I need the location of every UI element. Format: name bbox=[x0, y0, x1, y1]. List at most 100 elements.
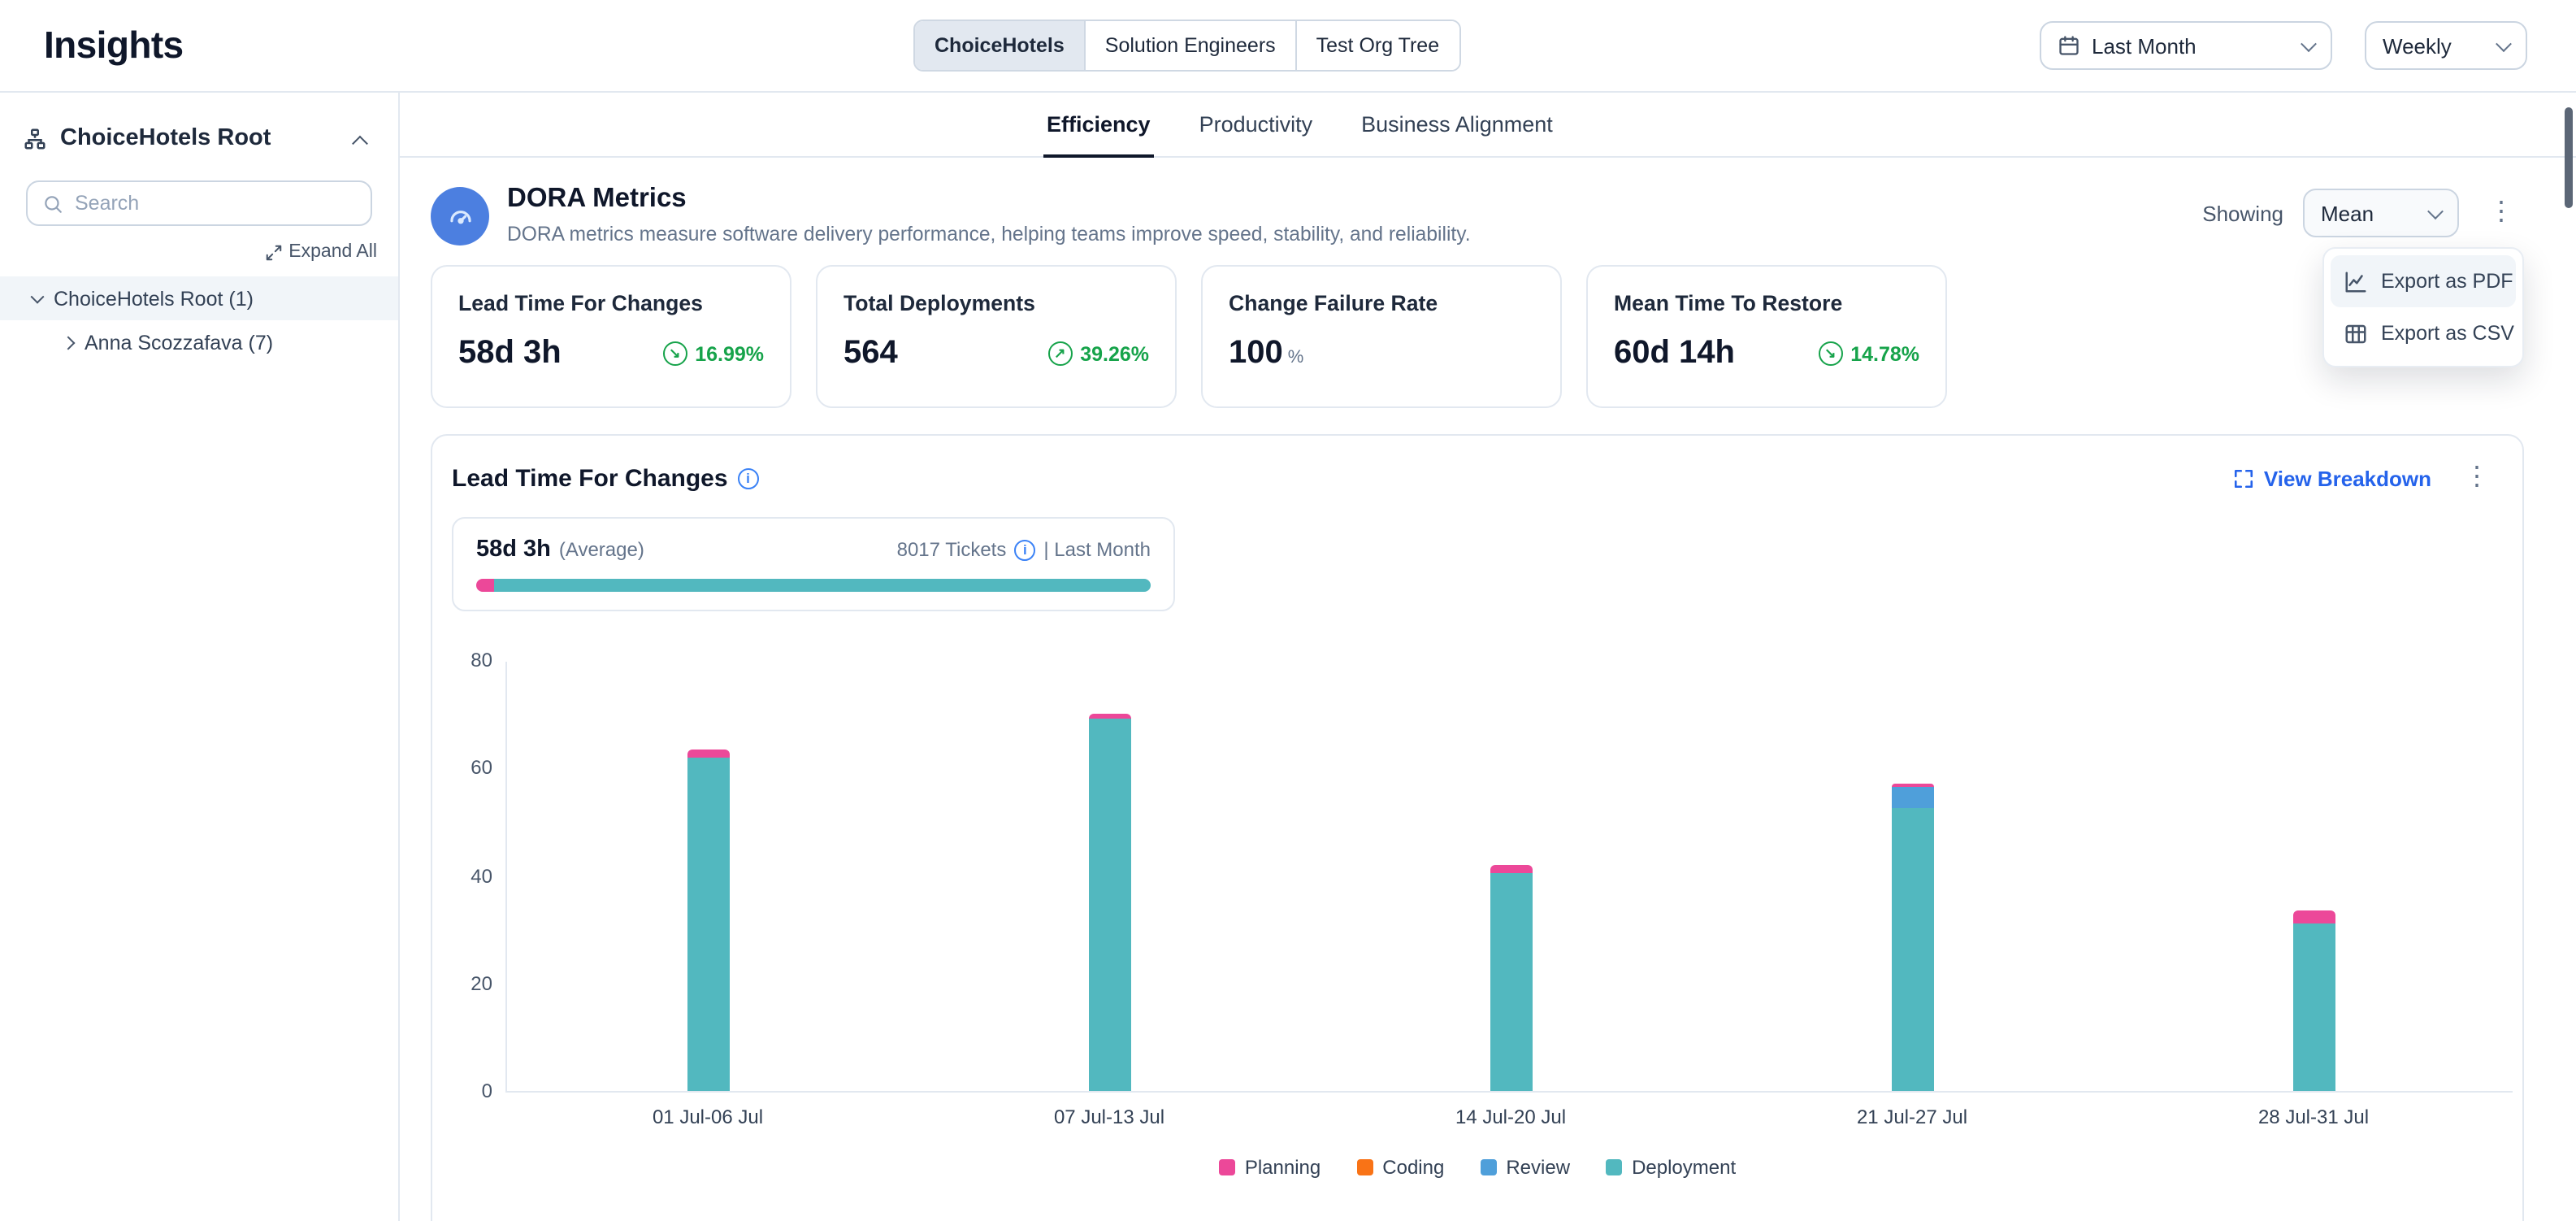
summary-bar-segment-planning bbox=[476, 579, 494, 592]
summary-row: 58d 3h (Average) 8017 Tickets | Last Mon… bbox=[476, 537, 1151, 563]
dora-kebab-menu-button[interactable]: ⋮ bbox=[2478, 197, 2524, 229]
period-select-value: Last Month bbox=[2092, 33, 2197, 58]
bar-segment-planning[interactable] bbox=[687, 749, 729, 757]
search-input[interactable] bbox=[75, 192, 356, 215]
bar-segment-review[interactable] bbox=[1891, 787, 1933, 809]
x-axis-tick-label: 21 Jul-27 Jul bbox=[1857, 1106, 1967, 1128]
metric-value: 60d 14h bbox=[1614, 335, 1735, 372]
legend-swatch bbox=[1606, 1159, 1622, 1175]
org-tree-sidebar: ChoiceHotels Root Expand All ChoiceHotel… bbox=[0, 93, 400, 1221]
tree-node-anna-scozzafava-7[interactable]: Anna Scozzafava (7) bbox=[0, 320, 398, 364]
menu-item-label: Export as CSV bbox=[2381, 322, 2514, 345]
org-tab-choicehotels[interactable]: ChoiceHotels bbox=[915, 21, 1084, 70]
metric-title: Total Deployments bbox=[843, 291, 1149, 315]
summary-bar-segment-deployment bbox=[494, 579, 1151, 592]
chevron-down-icon[interactable] bbox=[31, 289, 45, 303]
metric-cards-row: Lead Time For Changes 58d 3h↘16.99% Total … bbox=[431, 265, 2545, 408]
legend-item-deployment[interactable]: Deployment bbox=[1606, 1156, 1736, 1179]
chevron-right-icon[interactable] bbox=[62, 336, 76, 350]
info-icon[interactable] bbox=[738, 467, 759, 489]
bar-segment-deployment[interactable] bbox=[687, 757, 729, 1091]
expand-all-label: Expand All bbox=[288, 242, 377, 262]
showing-label: Showing bbox=[2202, 201, 2283, 225]
bar-segment-deployment[interactable] bbox=[2292, 924, 2335, 1091]
org-tree: ChoiceHotels Root (1) Anna Scozzafava (7) bbox=[0, 276, 398, 364]
aggregation-select[interactable]: Mean bbox=[2303, 189, 2459, 237]
metric-delta-badge: ↘ 14.78% bbox=[1818, 341, 1919, 366]
legend-label: Review bbox=[1506, 1156, 1570, 1179]
chart-line-icon bbox=[2344, 269, 2368, 293]
top-bar: Insights ChoiceHotelsSolution EngineersT… bbox=[0, 0, 2576, 93]
metric-card-change-failure-rate: Change Failure Rate100% bbox=[1201, 265, 1562, 408]
chart-kebab-menu-button[interactable]: ⋮ bbox=[2454, 462, 2500, 494]
period-select[interactable]: Last Month bbox=[2040, 21, 2332, 70]
x-axis-tick-label: 28 Jul-31 Jul bbox=[2258, 1106, 2369, 1128]
bar-segment-deployment[interactable] bbox=[1088, 719, 1130, 1091]
sidebar-collapse-button[interactable] bbox=[348, 117, 372, 159]
granularity-select[interactable]: Weekly bbox=[2365, 21, 2527, 70]
dora-subtitle: DORA metrics measure software delivery p… bbox=[507, 223, 1471, 246]
metric-title: Lead Time For Changes bbox=[458, 291, 764, 315]
metric-delta-value: 14.78% bbox=[1850, 342, 1919, 365]
bar-segment-planning[interactable] bbox=[2292, 910, 2335, 924]
bar-segment-deployment[interactable] bbox=[1891, 808, 1933, 1091]
bar-segment-deployment[interactable] bbox=[1490, 873, 1532, 1091]
dora-title: DORA Metrics bbox=[507, 184, 1471, 215]
expand-all-button[interactable]: Expand All bbox=[264, 242, 377, 262]
y-axis-tick-label: 20 bbox=[471, 972, 492, 995]
metric-card-mean-time-to-restore: Mean Time To Restore60d 14h↘14.78% bbox=[1586, 265, 1947, 408]
y-axis-tick-label: 0 bbox=[482, 1080, 492, 1102]
bar-segment-planning[interactable] bbox=[1490, 865, 1532, 873]
dora-metrics-header: DORA Metrics DORA metrics measure softwa… bbox=[431, 184, 2524, 246]
dora-text-block: DORA Metrics DORA metrics measure softwa… bbox=[507, 184, 1471, 246]
legend-item-review[interactable]: Review bbox=[1480, 1156, 1570, 1179]
chart-card-title: Lead Time For Changes bbox=[452, 464, 728, 492]
insights-page: Insights ChoiceHotelsSolution EngineersT… bbox=[0, 0, 2576, 1221]
tree-node-label: Anna Scozzafava (7) bbox=[85, 331, 273, 354]
org-tab-test-org-tree[interactable]: Test Org Tree bbox=[1295, 21, 1459, 70]
stacked-bar bbox=[1088, 714, 1130, 1091]
trend-down-icon: ↘ bbox=[1818, 341, 1842, 366]
metric-unit: % bbox=[1288, 348, 1304, 367]
expand-arrows-icon bbox=[264, 243, 282, 261]
expand-corners-icon bbox=[2233, 467, 2254, 489]
legend-label: Coding bbox=[1382, 1156, 1444, 1179]
menu-item-export-as-pdf[interactable]: Export as PDF bbox=[2331, 255, 2516, 307]
metric-value: 564 bbox=[843, 335, 898, 372]
summary-tickets: 8017 Tickets bbox=[897, 538, 1007, 561]
chart-card-actions: View Breakdown ⋮ bbox=[2233, 462, 2500, 494]
metric-value-row: 60d 14h ↘ 14.78% bbox=[1614, 335, 1919, 372]
legend-item-coding[interactable]: Coding bbox=[1356, 1156, 1444, 1179]
metric-card-lead-time-for-changes: Lead Time For Changes 58d 3h↘16.99% bbox=[431, 265, 791, 408]
tab-business-alignment[interactable]: Business Alignment bbox=[1358, 112, 1556, 158]
legend-item-planning[interactable]: Planning bbox=[1219, 1156, 1321, 1179]
summary-meta: 8017 Tickets | Last Month bbox=[897, 538, 1151, 561]
chart-card-header: Lead Time For Changes View Breakdown ⋮ bbox=[432, 436, 2522, 494]
metric-value-row: 58d 3h↘16.99% bbox=[458, 335, 764, 372]
topbar-controls: Last Month Weekly bbox=[2040, 21, 2527, 70]
view-breakdown-button[interactable]: View Breakdown bbox=[2233, 466, 2431, 490]
expand-all-row: Expand All bbox=[21, 242, 377, 262]
sidebar-search bbox=[26, 180, 372, 226]
tree-node-choicehotels-root-1[interactable]: ChoiceHotels Root (1) bbox=[0, 276, 398, 320]
vertical-scrollbar-thumb[interactable] bbox=[2565, 107, 2573, 208]
y-axis-tick-label: 40 bbox=[471, 864, 492, 887]
legend-swatch bbox=[1219, 1159, 1235, 1175]
y-axis-tick-label: 60 bbox=[471, 757, 492, 780]
page-title: Insights bbox=[44, 24, 184, 67]
bar-segment-planning[interactable] bbox=[1088, 714, 1130, 719]
stacked-bar bbox=[2292, 910, 2335, 1091]
view-breakdown-label: View Breakdown bbox=[2264, 466, 2431, 490]
tab-productivity[interactable]: Productivity bbox=[1196, 112, 1316, 158]
legend-label: Planning bbox=[1245, 1156, 1321, 1179]
section-tabs: Efficiency Productivity Business Alignment bbox=[1043, 112, 1556, 158]
export-menu: Export as PDF Export as CSV bbox=[2322, 247, 2524, 367]
menu-item-export-as-csv[interactable]: Export as CSV bbox=[2331, 307, 2516, 359]
metric-delta-badge: ↘16.99% bbox=[662, 341, 764, 366]
org-tab-solution-engineers[interactable]: Solution Engineers bbox=[1084, 21, 1295, 70]
tab-efficiency[interactable]: Efficiency bbox=[1043, 112, 1154, 158]
stacked-bar bbox=[687, 749, 729, 1091]
info-icon[interactable] bbox=[1014, 539, 1035, 560]
aggregation-select-value: Mean bbox=[2321, 201, 2374, 225]
x-axis-tick-label: 01 Jul-06 Jul bbox=[653, 1106, 763, 1128]
